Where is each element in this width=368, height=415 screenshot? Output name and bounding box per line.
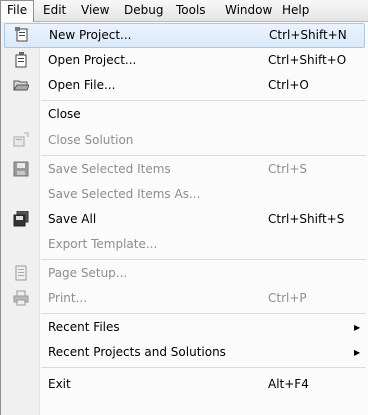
- menu-item-label: Recent Projects and Solutions: [48, 345, 226, 359]
- menu-item-shortcut: Ctrl+P: [268, 291, 307, 305]
- menu-item-save-selected-as[interactable]: Save Selected Items As...: [1, 182, 368, 207]
- menu-separator: [41, 155, 366, 156]
- menu-item-recent-projects[interactable]: Recent Projects and Solutions ▶: [1, 340, 368, 365]
- menu-tools[interactable]: Tools: [170, 0, 212, 21]
- menu-item-label: Print...: [48, 291, 88, 305]
- menu-separator: [41, 313, 366, 314]
- menu-item-label: Save Selected Items: [48, 162, 171, 176]
- menu-item-close[interactable]: Close: [1, 102, 368, 127]
- menu-bar: File Edit View Debug Tools Window Help: [0, 0, 368, 22]
- menu-view[interactable]: View: [75, 0, 115, 21]
- menu-help[interactable]: Help: [276, 0, 315, 21]
- printer-icon: [13, 290, 29, 306]
- menu-item-open-project[interactable]: Open Project... Ctrl+Shift+O: [1, 48, 368, 73]
- menu-item-print[interactable]: Print... Ctrl+P: [1, 286, 368, 311]
- menu-item-new-project[interactable]: New Project... Ctrl+Shift+N: [4, 23, 365, 48]
- save-all-icon: [13, 210, 29, 227]
- menu-item-label: Open File...: [48, 78, 116, 92]
- menu-item-label: Save All: [48, 212, 97, 226]
- menu-debug[interactable]: Debug: [118, 0, 169, 21]
- menu-item-label: Export Template...: [48, 237, 158, 251]
- close-solution-icon: [13, 132, 29, 148]
- menu-window[interactable]: Window: [219, 0, 278, 21]
- menu-file[interactable]: File: [0, 0, 35, 22]
- menu-item-export-template[interactable]: Export Template...: [1, 232, 368, 257]
- menu-separator: [41, 259, 366, 260]
- menu-item-label: Page Setup...: [48, 266, 128, 280]
- menu-item-save-all[interactable]: Save All Ctrl+Shift+S: [1, 207, 368, 232]
- menu-item-open-file[interactable]: Open File... Ctrl+O: [1, 73, 368, 98]
- menu-item-label: Exit: [48, 377, 71, 391]
- menu-item-shortcut: Ctrl+Shift+O: [268, 53, 347, 67]
- menu-item-label: Recent Files: [48, 320, 120, 334]
- menu-item-page-setup[interactable]: Page Setup...: [1, 261, 368, 286]
- menu-item-shortcut: Ctrl+Shift+N: [269, 28, 347, 42]
- menu-item-label: New Project...: [49, 28, 132, 42]
- menu-item-label: Close: [48, 107, 81, 121]
- menu-item-exit[interactable]: Exit Alt+F4: [1, 372, 368, 397]
- menu-item-shortcut: Ctrl+S: [268, 162, 308, 176]
- menu-item-shortcut: Alt+F4: [268, 377, 309, 391]
- menu-item-shortcut: Ctrl+Shift+S: [268, 212, 345, 226]
- open-project-icon: [13, 52, 29, 68]
- file-menu-dropdown: New Project... Ctrl+Shift+N Open Project…: [0, 22, 368, 415]
- submenu-arrow-icon: ▶: [354, 348, 361, 357]
- menu-item-save-selected[interactable]: Save Selected Items Ctrl+S: [1, 157, 368, 182]
- menu-item-label: Save Selected Items As...: [48, 187, 201, 201]
- menu-item-recent-files[interactable]: Recent Files ▶: [1, 315, 368, 340]
- open-folder-icon: [13, 77, 30, 93]
- page-setup-icon: [13, 265, 29, 281]
- menu-edit[interactable]: Edit: [37, 0, 72, 21]
- menu-item-label: Open Project...: [48, 53, 137, 67]
- new-project-icon: [14, 27, 30, 43]
- menu-item-close-solution[interactable]: Close Solution: [1, 128, 368, 153]
- submenu-arrow-icon: ▶: [354, 323, 361, 332]
- menu-separator: [41, 100, 366, 101]
- menu-item-shortcut: Ctrl+O: [268, 78, 309, 92]
- save-icon: [13, 161, 29, 177]
- menu-separator: [41, 367, 366, 368]
- menu-item-label: Close Solution: [48, 133, 134, 147]
